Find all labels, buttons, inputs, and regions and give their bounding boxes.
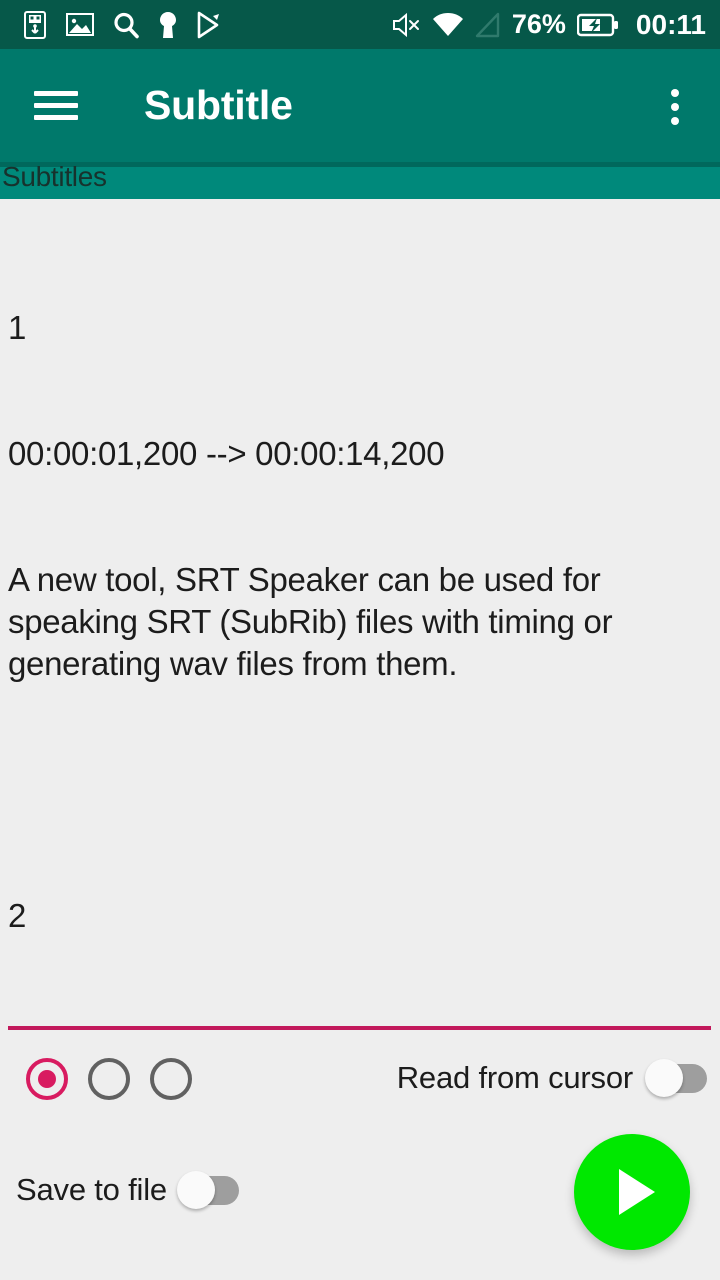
volume-mute-icon [391, 12, 421, 38]
status-bar: 76% 00:11 [0, 0, 720, 49]
overflow-dot [671, 89, 679, 97]
radio-option-3[interactable] [150, 1058, 192, 1100]
play-icon [619, 1169, 655, 1215]
subtitle-block: 2 00:00:17,200 --> 00:00:25,100 Wav file… [8, 811, 710, 1021]
more-vert-icon[interactable] [660, 89, 690, 125]
search-icon [112, 11, 140, 39]
toggle-thumb [645, 1059, 683, 1097]
read-from-cursor-row: Read from cursor [397, 1056, 707, 1100]
image-icon [66, 12, 94, 38]
section-divider [8, 1026, 711, 1030]
battery-charging-icon [576, 12, 619, 38]
app-bar: Subtitle [0, 49, 720, 162]
overflow-dot [671, 117, 679, 125]
read-from-cursor-label: Read from cursor [396, 1060, 633, 1095]
save-to-file-row: Save to file [16, 1168, 239, 1212]
status-bar-notification-icons [22, 10, 222, 39]
vpn-key-icon [158, 11, 178, 39]
subtitle-timing: 00:00:01,200 --> 00:00:14,200 [8, 435, 445, 472]
battery-percent-label: 76% [511, 9, 566, 39]
usb-icon [22, 10, 48, 39]
hamburger-menu-icon[interactable] [34, 91, 78, 121]
overflow-dot [671, 103, 679, 111]
section-header-label: Subtitles [2, 161, 107, 192]
wifi-icon [432, 12, 464, 38]
play-store-icon [196, 11, 222, 39]
radio-option-2[interactable] [88, 1058, 130, 1100]
hamburger-bar [34, 103, 78, 108]
subtitle-text: A new tool, SRT Speaker can be used for … [8, 561, 622, 682]
status-bar-system-icons: 76% 00:11 [391, 8, 706, 40]
subtitle-block: 1 00:00:01,200 --> 00:00:14,200 A new to… [8, 223, 710, 769]
speed-radio-group [26, 1058, 192, 1100]
toggle-thumb [176, 1171, 215, 1209]
cell-signal-icon [475, 12, 501, 38]
app-screen: 76% 00:11 Subtitle Subtitles 1 00:00:01,… [0, 0, 720, 1280]
hamburger-bar [34, 91, 78, 96]
subtitle-text-area[interactable]: 1 00:00:01,200 --> 00:00:14,200 A new to… [0, 199, 720, 1021]
page-title: Subtitle [144, 82, 293, 128]
status-bar-clock: 00:11 [635, 8, 706, 40]
read-from-cursor-toggle[interactable] [645, 1056, 707, 1100]
subtitle-index: 1 [8, 309, 27, 346]
hamburger-bar [34, 115, 78, 120]
subtitle-index: 2 [8, 897, 27, 934]
section-header-band [0, 167, 720, 199]
save-to-file-label: Save to file [16, 1172, 167, 1207]
play-button[interactable] [574, 1134, 690, 1250]
radio-option-1[interactable] [26, 1058, 68, 1100]
save-to-file-toggle[interactable] [176, 1168, 239, 1212]
